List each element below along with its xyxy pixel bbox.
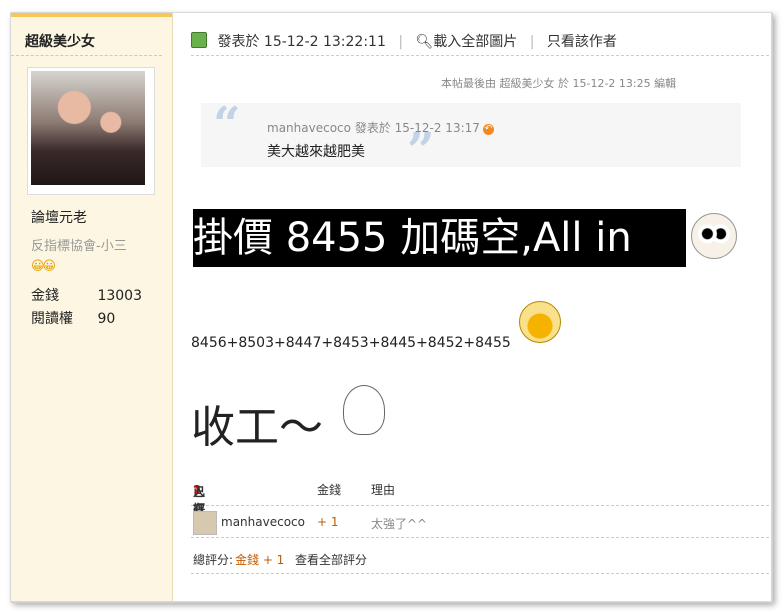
jump-back-icon[interactable]: ↶ xyxy=(482,124,494,135)
quote-meta: manhavecoco 發表於 15-12-2 13:17 ↶ xyxy=(267,119,494,136)
stat-label: 金錢 xyxy=(31,288,59,304)
open-quote-icon: “ xyxy=(213,97,241,153)
quote-user[interactable]: manhavecoco xyxy=(267,121,351,135)
headline: 掛價 8455 加碼空,All in xyxy=(193,209,686,267)
rating-reason: 太強了^^ xyxy=(371,517,428,531)
posted-time: 15-12-2 13:22:11 xyxy=(263,34,386,50)
post-header: 發表於 15-12-2 13:22:11 | 🔍︎載入全部圖片 | 只看該作者 xyxy=(191,31,769,56)
column-reason: 理由 xyxy=(371,483,396,497)
author-rank: 論壇元老 xyxy=(31,210,87,226)
cat-emoticon-icon xyxy=(691,213,737,259)
post-main: 發表於 15-12-2 13:22:11 | 🔍︎載入全部圖片 | 只看該作者 … xyxy=(191,13,769,601)
load-images-link[interactable]: 載入全部圖片 xyxy=(433,34,517,50)
quote-time: 15-12-2 13:17 xyxy=(394,121,480,135)
total-label: 總評分: xyxy=(193,553,234,567)
divider: | xyxy=(398,34,404,50)
divider: | xyxy=(529,34,535,50)
price-sequence: 8456+8503+8447+8453+8445+8452+8455 xyxy=(191,335,511,351)
rating-header: 已有 1 人評分 金錢 理由 xyxy=(191,479,769,533)
stat-read-permission: 閱讀權 90 xyxy=(31,308,115,328)
stat-label: 閱讀權 xyxy=(31,311,73,327)
view-all-ratings-link[interactable]: 查看全部評分 xyxy=(295,551,367,568)
rater-avatar[interactable] xyxy=(193,511,217,535)
author-group: 反指標協會-小三 xyxy=(31,239,127,254)
search-icon[interactable]: 🔍︎ xyxy=(416,34,434,50)
posted-label: 發表於 xyxy=(217,34,260,50)
quote-posted-label: 發表於 xyxy=(354,121,391,135)
table-row: manhavecoco + 1 太強了^^ xyxy=(191,509,769,538)
column-money: 金錢 xyxy=(317,483,342,497)
author-sidebar: 超級美少女 論壇元老 反指標協會-小三 😀😀 金錢 13003 閱讀權 90 xyxy=(11,13,173,601)
only-author-link[interactable]: 只看該作者 xyxy=(547,34,617,50)
stat-value: 13003 xyxy=(97,288,142,304)
laughing-emoticon-icon xyxy=(519,301,561,343)
post-frame: 超級美少女 論壇元老 反指標協會-小三 😀😀 金錢 13003 閱讀權 90 發… xyxy=(10,12,772,602)
author-name[interactable]: 超級美少女 xyxy=(11,17,162,56)
online-status-icon xyxy=(191,32,207,48)
quote-block: “ ” manhavecoco 發表於 15-12-2 13:17 ↶ 美大越來越… xyxy=(201,97,741,179)
avatar[interactable] xyxy=(27,67,155,195)
edited-note: 本帖最後由 超級美少女 於 15-12-2 13:25 編輯 xyxy=(441,77,677,90)
rating-total: 總評分: 金錢 + 1 查看全部評分 xyxy=(191,545,769,574)
stat-value: 90 xyxy=(97,311,116,327)
tea-emoticon-icon xyxy=(343,385,385,435)
rater-name[interactable]: manhavecoco xyxy=(221,515,305,529)
rank-star-icons: 😀😀 xyxy=(31,259,56,274)
stat-money: 金錢 13003 xyxy=(31,285,142,305)
closing-text: 收工～ xyxy=(191,402,323,453)
total-value: 金錢 + 1 xyxy=(235,553,285,567)
avatar-image[interactable] xyxy=(31,71,145,185)
quote-text: 美大越來越肥美 xyxy=(267,144,365,160)
rating-money: + 1 xyxy=(317,515,339,529)
